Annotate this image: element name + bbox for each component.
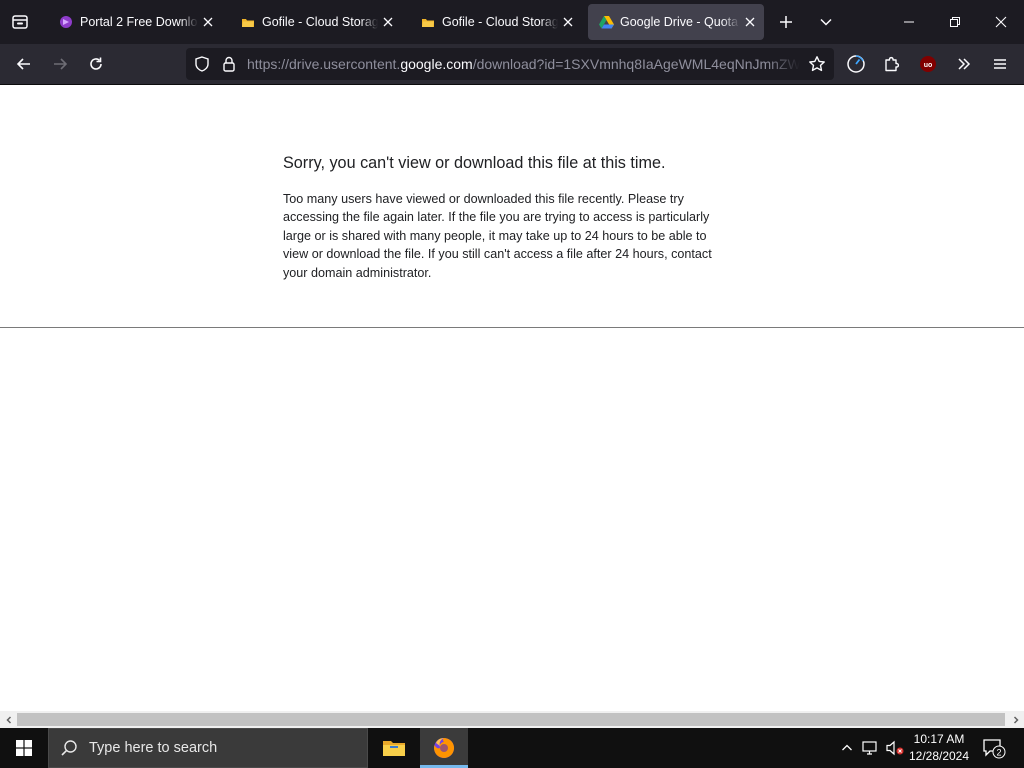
error-message-block: Sorry, you can't view or download this f… (283, 153, 733, 282)
search-placeholder: Type here to search (89, 740, 218, 756)
scroll-left-arrow-icon[interactable] (0, 711, 17, 728)
google-drive-icon (598, 14, 614, 30)
close-window-button[interactable] (978, 0, 1024, 44)
reload-button[interactable] (80, 48, 112, 80)
hamburger-menu-icon (994, 59, 1006, 69)
close-tab-icon[interactable] (378, 12, 398, 32)
tab-strip: Portal 2 Free Download Gofile - Cloud St… (0, 0, 1024, 44)
close-icon (995, 16, 1007, 28)
tab-gofile-1[interactable]: Gofile - Cloud Storage M (230, 4, 402, 40)
gofile-folder-icon (420, 14, 436, 30)
network-tray-icon[interactable] (860, 728, 882, 768)
address-bar[interactable]: https://drive.usercontent.google.com/dow… (186, 48, 834, 80)
close-tab-icon[interactable] (740, 12, 760, 32)
new-tab-button[interactable] (768, 4, 804, 40)
timer-icon (847, 55, 865, 73)
show-hidden-icons-button[interactable] (837, 728, 857, 768)
firefox-taskbar-button[interactable] (420, 728, 468, 768)
start-button[interactable] (0, 728, 48, 768)
restore-icon (950, 17, 960, 27)
error-description: Too many users have viewed or downloaded… (283, 192, 712, 280)
more-tools-button[interactable] (948, 48, 980, 80)
file-explorer-taskbar-button[interactable] (370, 728, 418, 768)
clock-date: 12/28/2024 (908, 749, 970, 763)
url-suffix: /download?id=1SXVmnhq8IaAgeWML4eqNnJmnZW (472, 56, 800, 72)
app-menu-button[interactable] (984, 48, 1016, 80)
error-heading: Sorry, you can't view or download this f… (283, 154, 666, 172)
horizontal-scrollbar[interactable] (0, 711, 1024, 728)
tab-title: Google Drive - Quota exceeded (620, 15, 740, 29)
horizontal-rule (0, 327, 1024, 328)
plus-icon (780, 16, 792, 28)
page-content: Sorry, you can't view or download this f… (0, 85, 1024, 711)
ublock-badge-text: uo (924, 62, 933, 69)
action-center-button[interactable]: 2 (980, 728, 1008, 768)
url-prefix: https://drive.usercontent. (247, 56, 401, 72)
close-tab-icon[interactable] (198, 12, 218, 32)
chevron-up-icon (842, 744, 852, 751)
windows-taskbar: Type here to search 10:17 AM 12/28/2024 (0, 728, 1024, 768)
minimize-button[interactable] (886, 0, 932, 44)
puzzle-piece-icon (885, 56, 900, 72)
url-text[interactable]: https://drive.usercontent.google.com/dow… (247, 48, 800, 80)
folder-icon (383, 741, 405, 756)
notification-icon: 2 (983, 739, 1006, 759)
reload-icon (90, 57, 102, 70)
tab-title: Gofile - Cloud Storage (442, 15, 558, 29)
forward-button[interactable] (44, 48, 76, 80)
tracking-protection-shield-icon[interactable] (194, 56, 210, 77)
purple-orb-icon (58, 14, 74, 30)
tab-title: Portal 2 Free Download (80, 15, 198, 29)
bookmark-star-icon[interactable] (808, 55, 826, 78)
speaker-muted-icon (886, 740, 904, 756)
tab-gofile-2[interactable]: Gofile - Cloud Storage (410, 4, 582, 40)
navigation-toolbar: https://drive.usercontent.google.com/dow… (0, 44, 1024, 85)
restore-button[interactable] (932, 0, 978, 44)
system-clock[interactable]: 10:17 AM 12/28/2024 (904, 728, 974, 768)
url-host: google.com (400, 56, 473, 72)
notification-count: 2 (996, 747, 1001, 757)
close-tab-icon[interactable] (558, 12, 578, 32)
scroll-right-arrow-icon[interactable] (1007, 711, 1024, 728)
search-icon (49, 728, 89, 768)
scrollbar-thumb[interactable] (17, 713, 1005, 726)
taskbar-search-box[interactable]: Type here to search (48, 728, 368, 768)
minimize-icon (904, 21, 914, 23)
gofile-folder-icon (240, 14, 256, 30)
network-monitor-icon (862, 741, 877, 755)
back-arrow-icon (16, 58, 30, 70)
tab-portal-2[interactable]: Portal 2 Free Download (48, 4, 222, 40)
list-all-tabs-button[interactable] (808, 4, 844, 40)
tab-title: Gofile - Cloud Storage M (262, 15, 378, 29)
back-button[interactable] (8, 48, 40, 80)
volume-tray-icon[interactable] (884, 728, 906, 768)
timer-extension-button[interactable] (840, 48, 872, 80)
ublock-origin-icon: uo (920, 56, 936, 72)
chevron-down-icon (820, 18, 832, 26)
firefox-view-button[interactable] (0, 0, 40, 44)
clock-time: 10:17 AM (913, 732, 965, 746)
forward-arrow-icon (54, 58, 68, 70)
extensions-button[interactable] (876, 48, 908, 80)
firefox-view-icon (12, 15, 28, 29)
lock-icon[interactable] (222, 56, 236, 77)
windows-logo-icon (16, 740, 32, 756)
ublock-origin-button[interactable]: uo (912, 48, 944, 80)
tab-google-drive[interactable]: Google Drive - Quota exceeded (588, 4, 764, 40)
firefox-icon (434, 737, 455, 758)
double-chevron-right-icon (958, 58, 971, 70)
